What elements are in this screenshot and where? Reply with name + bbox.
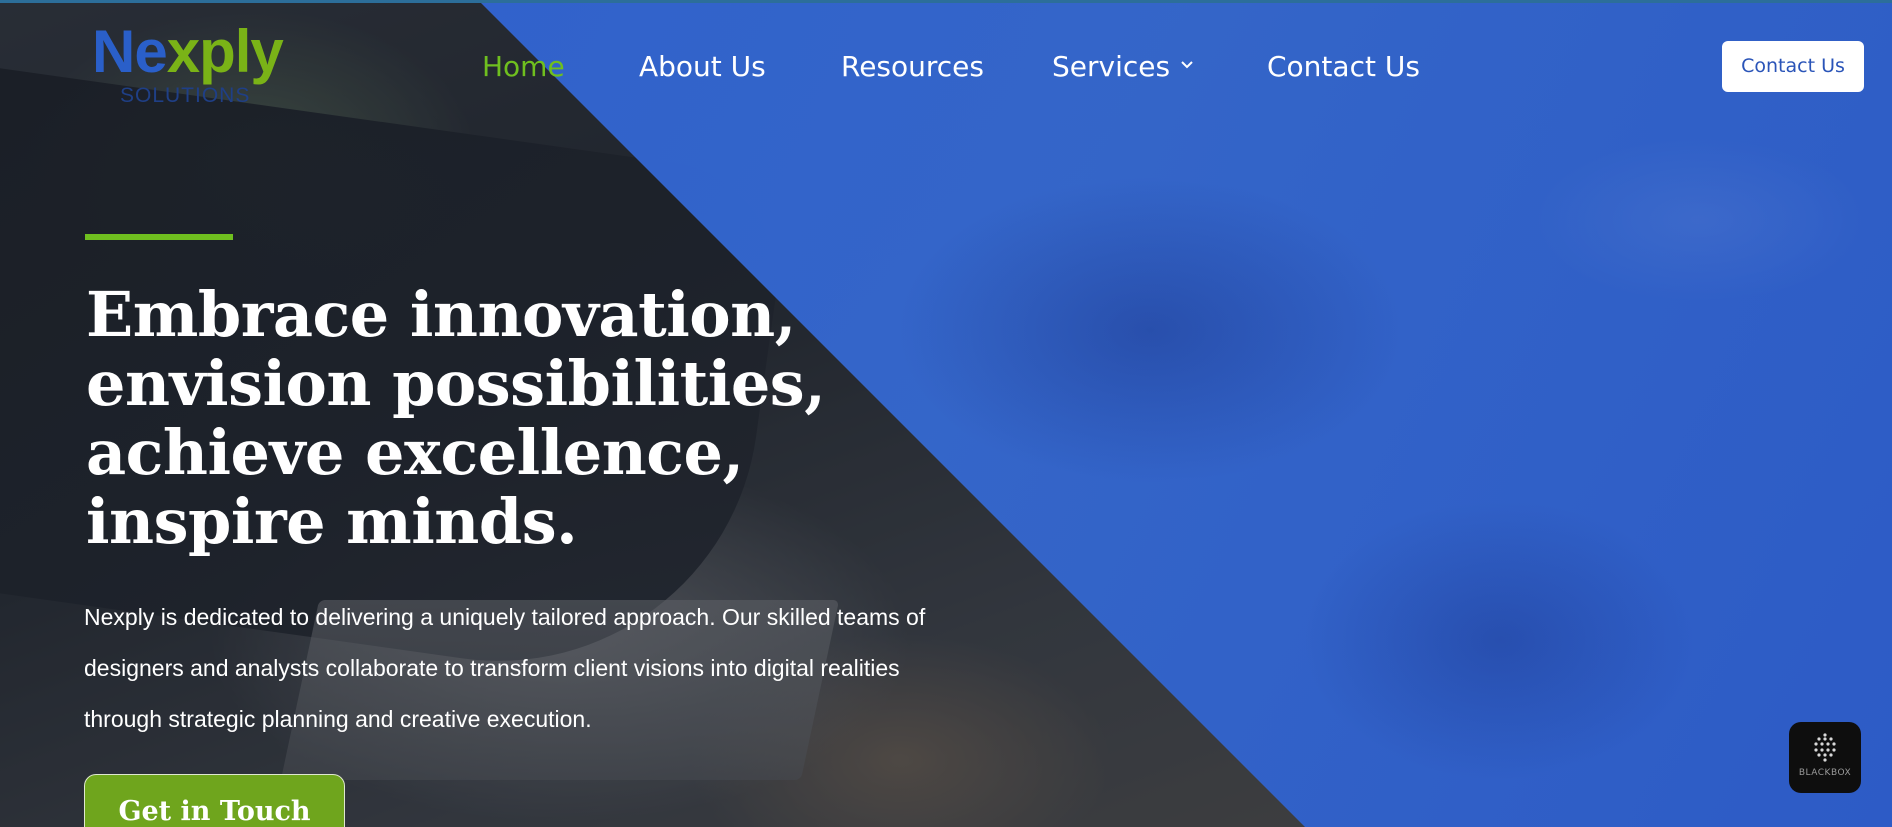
headline-line-4: inspire minds.	[86, 485, 578, 558]
chevron-down-icon	[1180, 46, 1194, 84]
headline-line-1: Embrace innovation,	[86, 278, 796, 351]
logo-text-ne: Ne	[92, 18, 168, 85]
blackbox-widget-button[interactable]: BLACKBOX	[1789, 722, 1861, 793]
logo-wordmark: Nexply	[92, 22, 284, 82]
logo-subtitle: SOLUTIONS	[120, 84, 251, 107]
site-logo[interactable]: Nexply SOLUTIONS	[92, 22, 302, 112]
nav-services[interactable]: Services	[1052, 48, 1194, 87]
nav-resources[interactable]: Resources	[841, 48, 984, 86]
headline-line-3: achieve excellence,	[86, 416, 744, 489]
headline-accent-bar	[85, 234, 233, 240]
headline-line-2: envision possibilities,	[86, 347, 826, 420]
blackbox-label: BLACKBOX	[1798, 768, 1852, 778]
nav-contact-us[interactable]: Contact Us	[1267, 48, 1420, 86]
hero-description: Nexply is dedicated to delivering a uniq…	[84, 592, 1044, 745]
description-line-1: Nexply is dedicated to delivering a uniq…	[84, 604, 926, 630]
description-line-3: through strategic planning and creative …	[84, 706, 592, 732]
header-contact-button[interactable]: Contact Us	[1722, 41, 1864, 92]
logo-text-x: x	[166, 18, 200, 85]
nav-services-label: Services	[1052, 50, 1171, 83]
hero-headline: Embrace innovation, envision possibiliti…	[86, 280, 886, 556]
logo-text-ply: ply	[199, 18, 284, 85]
description-line-2: designers and analysts collaborate to tr…	[84, 655, 900, 681]
top-border	[0, 0, 1892, 3]
nav-about-us[interactable]: About Us	[639, 48, 766, 86]
get-in-touch-button[interactable]: Get in Touch	[84, 774, 345, 827]
blackbox-logo-icon	[1814, 733, 1836, 762]
nav-home[interactable]: Home	[482, 48, 565, 86]
